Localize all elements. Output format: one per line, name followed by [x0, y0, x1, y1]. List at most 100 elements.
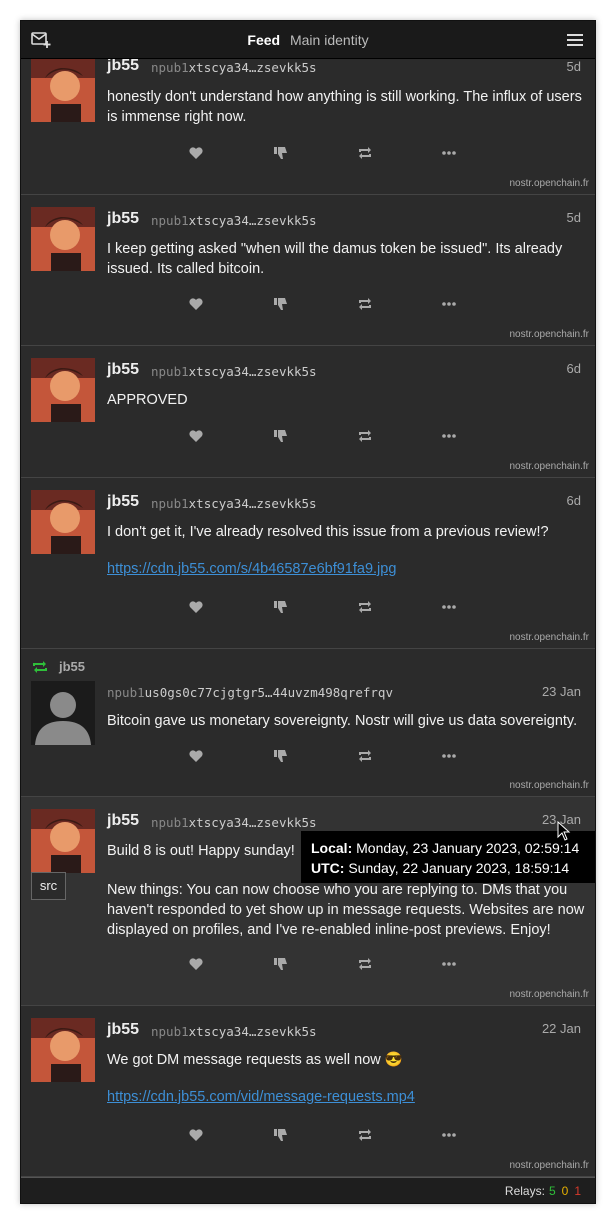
repost-icon[interactable] [357, 1128, 373, 1142]
feed-post[interactable]: src jb55 npub1xtscya34…zsevkk5s 23 Jan B… [21, 797, 595, 1006]
repost-icon[interactable] [357, 957, 373, 971]
relays-connecting: 0 [561, 1184, 569, 1198]
avatar[interactable] [31, 207, 95, 271]
post-time[interactable]: 6d [567, 361, 581, 376]
npub[interactable]: npub1xtscya34…zsevkk5s [151, 1024, 317, 1039]
like-icon[interactable] [188, 600, 204, 614]
like-icon[interactable] [188, 1128, 204, 1142]
post-actions [21, 146, 595, 162]
post-text: honestly don't understand how anything i… [107, 89, 582, 125]
more-icon[interactable] [441, 600, 457, 614]
repost-icon[interactable] [357, 600, 373, 614]
media-link[interactable]: https://cdn.jb55.com/s/4b46587e6bf91fa9.… [107, 561, 396, 577]
dislike-icon[interactable] [273, 1128, 289, 1142]
feed-post[interactable]: jb55 npub1xtscya34…zsevkk5s 5d I keep ge… [21, 195, 595, 346]
identity-label[interactable]: Main identity [290, 32, 369, 48]
app-window: Feed Main identity jb55 npub1xtscya34…zs… [20, 20, 596, 1204]
npub[interactable]: npub1xtscya34…zsevkk5s [151, 364, 317, 379]
repost-icon[interactable] [357, 297, 373, 311]
avatar[interactable] [31, 809, 95, 873]
avatar[interactable] [31, 490, 95, 554]
npub[interactable]: npub1xtscya34…zsevkk5s [151, 815, 317, 830]
author-name[interactable]: jb55 [107, 812, 139, 830]
npub[interactable]: npub1xtscya34…zsevkk5s [151, 213, 317, 228]
relay-url: nostr.openchain.fr [509, 780, 590, 791]
post-text: I keep getting asked "when will the damu… [107, 241, 563, 277]
like-icon[interactable] [188, 749, 204, 763]
like-icon[interactable] [188, 957, 204, 971]
relays-connected: 5 [548, 1184, 556, 1198]
post-time[interactable]: 23 Jan [542, 684, 581, 699]
more-icon[interactable] [441, 297, 457, 311]
npub[interactable]: npub1xtscya34…zsevkk5s [151, 60, 317, 75]
more-icon[interactable] [441, 749, 457, 763]
top-bar: Feed Main identity [21, 21, 595, 59]
author-name[interactable]: jb55 [107, 361, 139, 379]
relay-url: nostr.openchain.fr [509, 1160, 590, 1171]
more-icon[interactable] [441, 1128, 457, 1142]
feed-list[interactable]: jb55 npub1xtscya34…zsevkk5s 5d honestly … [21, 59, 595, 1179]
author-name[interactable]: jb55 [107, 59, 139, 75]
repost-icon[interactable] [357, 749, 373, 763]
dislike-icon[interactable] [273, 297, 289, 311]
post-text: Build 8 is out! Happy sunday! [107, 843, 295, 859]
feed-post[interactable]: jb55 npub1xtscya34…zsevkk5s 6d APPROVED … [21, 346, 595, 478]
post-actions [21, 749, 595, 765]
more-icon[interactable] [441, 429, 457, 443]
npub[interactable]: npub1xtscya34…zsevkk5s [151, 496, 317, 511]
post-text-continued: New things: You can now choose who you a… [107, 882, 585, 938]
more-icon[interactable] [441, 146, 457, 160]
dislike-icon[interactable] [273, 429, 289, 443]
hamburger-menu-icon[interactable] [567, 33, 583, 47]
post-text: We got DM message requests as well now 😎 [107, 1052, 403, 1068]
relay-url: nostr.openchain.fr [509, 329, 590, 340]
like-icon[interactable] [188, 297, 204, 311]
post-actions [21, 600, 595, 616]
more-icon[interactable] [441, 957, 457, 971]
repost-icon[interactable] [357, 146, 373, 160]
relay-url: nostr.openchain.fr [509, 632, 590, 643]
post-actions [21, 297, 595, 313]
relay-url: nostr.openchain.fr [509, 989, 590, 1000]
status-bar: Relays: 5 0 1 [21, 1177, 595, 1203]
reposted-by[interactable]: jb55 [59, 659, 85, 674]
like-icon[interactable] [188, 146, 204, 160]
dislike-icon[interactable] [273, 600, 289, 614]
relay-status[interactable]: Relays: 5 0 1 [505, 1184, 581, 1198]
post-actions [21, 429, 595, 445]
feed-post[interactable]: jb55 npub1us0gs0c77cjgtgr5…44uvzm498qref… [21, 649, 595, 797]
dislike-icon[interactable] [273, 749, 289, 763]
post-time[interactable]: 5d [567, 59, 581, 74]
view-source-button[interactable]: src [31, 872, 66, 900]
like-icon[interactable] [188, 429, 204, 443]
post-text: APPROVED [107, 392, 188, 408]
post-text: Bitcoin gave us monetary sovereignty. No… [107, 713, 578, 729]
post-time[interactable]: 22 Jan [542, 1021, 581, 1036]
feed-post[interactable]: jb55 npub1xtscya34…zsevkk5s 6d I don't g… [21, 478, 595, 649]
post-actions [21, 957, 595, 973]
relay-url: nostr.openchain.fr [509, 461, 590, 472]
relay-url: nostr.openchain.fr [509, 178, 590, 189]
repost-indicator-icon [33, 661, 47, 673]
dislike-icon[interactable] [273, 146, 289, 160]
feed-post[interactable]: jb55 npub1xtscya34…zsevkk5s 5d honestly … [21, 59, 595, 195]
post-time[interactable]: 6d [567, 493, 581, 508]
author-name[interactable]: jb55 [107, 493, 139, 511]
dislike-icon[interactable] [273, 957, 289, 971]
media-link[interactable]: https://cdn.jb55.com/vid/message-request… [107, 1089, 415, 1105]
repost-icon[interactable] [357, 429, 373, 443]
avatar[interactable] [31, 681, 95, 745]
npub[interactable]: npub1us0gs0c77cjgtgr5…44uvzm498qrefrqv [107, 685, 393, 700]
avatar[interactable] [31, 358, 95, 422]
post-text: I don't get it, I've already resolved th… [107, 524, 549, 540]
author-name[interactable]: jb55 [107, 210, 139, 228]
post-time[interactable]: 5d [567, 210, 581, 225]
post-actions [21, 1128, 595, 1144]
feed-post[interactable]: jb55 npub1xtscya34…zsevkk5s 22 Jan We go… [21, 1006, 595, 1177]
avatar[interactable] [31, 1018, 95, 1082]
relays-failed: 1 [574, 1184, 581, 1198]
timestamp-tooltip: Local: Monday, 23 January 2023, 02:59:14… [301, 831, 595, 883]
author-name[interactable]: jb55 [107, 1021, 139, 1039]
avatar[interactable] [31, 59, 95, 122]
page-title: Feed [247, 32, 281, 48]
